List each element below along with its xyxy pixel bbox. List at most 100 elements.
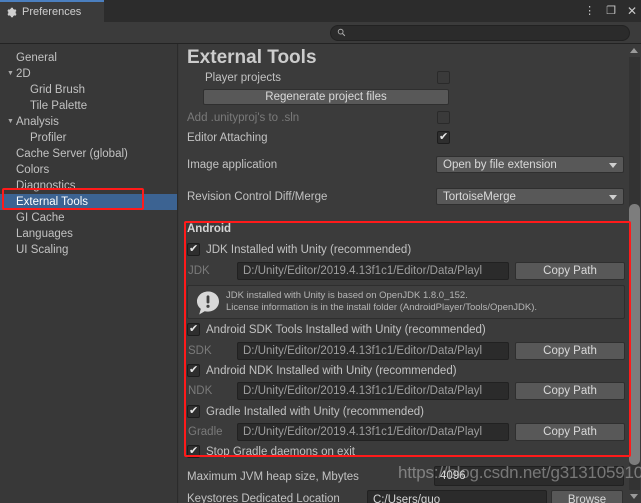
maximize-icon[interactable]: ❐ — [606, 5, 616, 17]
sidebar-item-languages[interactable]: Languages — [0, 226, 177, 242]
row-gradle-path: Gradle D:/Unity/Editor/2019.4.13f1c1/Edi… — [185, 423, 625, 441]
sidebar-item-general[interactable]: General — [0, 50, 177, 66]
ndk-path-field[interactable]: D:/Unity/Editor/2019.4.13f1c1/Editor/Dat… — [237, 382, 509, 400]
sidebar-item-diagnostics[interactable]: Diagnostics — [0, 178, 177, 194]
overflow-menu-icon[interactable]: ⋮ — [584, 5, 595, 17]
sidebar-item-label: Languages — [16, 228, 73, 240]
sidebar-item-label: Analysis — [16, 116, 59, 128]
android-group: Android JDK Installed with Unity (recomm… — [185, 222, 629, 458]
revision-control-value: TortoiseMerge — [443, 190, 516, 203]
player-projects-label: Player projects — [205, 72, 282, 84]
gear-icon — [6, 7, 17, 18]
window-controls: ⋮ ❐ ✕ — [584, 0, 637, 22]
sidebar-item-label: Diagnostics — [16, 180, 76, 192]
row-revision-control: Revision Control Diff/Merge TortoiseMerg… — [179, 188, 624, 206]
player-projects-checkbox[interactable] — [437, 71, 450, 84]
sidebar-item-label: Profiler — [30, 132, 67, 144]
add-unityproj-checkbox — [437, 111, 450, 124]
sidebar-item-analysis[interactable]: ▼ Analysis — [0, 114, 177, 130]
sidebar-item-label: External Tools — [16, 196, 89, 208]
external-tools-panel: External Tools Player projects Regenerat… — [179, 44, 641, 503]
sidebar-item-profiler[interactable]: Profiler — [0, 130, 177, 146]
regenerate-project-files-button[interactable]: Regenerate project files — [203, 89, 449, 105]
sdk-unity-label: Android SDK Tools Installed with Unity (… — [206, 324, 486, 336]
revision-control-label: Revision Control Diff/Merge — [187, 191, 328, 203]
sidebar-item-cache-server[interactable]: Cache Server (global) — [0, 146, 177, 162]
sidebar-item-label: Tile Palette — [30, 100, 88, 112]
jdk-help-line1: JDK installed with Unity is based on Ope… — [226, 290, 468, 301]
window-tabbar: Preferences ⋮ ❐ ✕ — [0, 0, 641, 22]
sdk-unity-checkbox[interactable] — [187, 322, 200, 336]
keystores-field[interactable]: C:/Users/guo — [367, 490, 547, 503]
revision-control-dropdown[interactable]: TortoiseMerge — [436, 188, 624, 205]
sidebar-item-ui-scaling[interactable]: UI Scaling — [0, 242, 177, 258]
info-bubble-icon — [195, 290, 221, 321]
row-ndk-path: NDK D:/Unity/Editor/2019.4.13f1c1/Editor… — [185, 382, 625, 400]
main-scrollbar[interactable] — [628, 44, 641, 503]
row-player-projects: Player projects — [179, 69, 619, 87]
sidebar-item-label: General — [16, 52, 57, 64]
sidebar-item-grid-brush[interactable]: Grid Brush — [0, 82, 177, 98]
keystores-browse-button[interactable]: Browse — [551, 490, 623, 503]
sidebar-item-gi-cache[interactable]: GI Cache — [0, 210, 177, 226]
row-keystores-location: Keystores Dedicated Location C:/Users/gu… — [179, 490, 623, 503]
jdk-unity-label: JDK Installed with Unity (recommended) — [206, 244, 412, 256]
ndk-copy-path-button[interactable]: Copy Path — [515, 382, 625, 400]
search-box[interactable] — [330, 25, 630, 41]
scrollbar-thumb[interactable] — [629, 204, 640, 465]
add-unityproj-label: Add .unityproj's to .sln — [187, 112, 300, 124]
sidebar-item-label: GI Cache — [16, 212, 65, 224]
settings-tree[interactable]: General ▼ 2D Grid Brush Tile Palette ▼ Ana… — [0, 44, 178, 503]
sidebar-item-label: 2D — [16, 68, 31, 80]
sdk-copy-path-button[interactable]: Copy Path — [515, 342, 625, 360]
gradle-unity-checkbox[interactable] — [187, 404, 200, 418]
sidebar-item-external-tools[interactable]: External Tools — [0, 194, 177, 210]
chevron-down-icon — [609, 162, 617, 168]
chevron-down-icon — [609, 194, 617, 200]
gradle-path-field[interactable]: D:/Unity/Editor/2019.4.13f1c1/Editor/Dat… — [237, 423, 509, 441]
image-application-label: Image application — [187, 159, 278, 171]
row-ndk-unity: Android NDK Installed with Unity (recomm… — [185, 362, 625, 380]
image-application-value: Open by file extension — [443, 158, 557, 171]
scroll-down-arrow-icon[interactable] — [630, 494, 638, 499]
sidebar-item-colors[interactable]: Colors — [0, 162, 177, 178]
chevron-down-icon[interactable]: ▼ — [5, 114, 16, 130]
sidebar-item-label: Grid Brush — [30, 84, 85, 96]
row-image-application: Image application Open by file extension — [179, 156, 624, 174]
sidebar-item-tile-palette[interactable]: Tile Palette — [0, 98, 177, 114]
gradle-unity-label: Gradle Installed with Unity (recommended… — [206, 406, 424, 418]
watermark: https://blog.csdn.net/g313105910 — [398, 463, 641, 482]
ndk-unity-label: Android NDK Installed with Unity (recomm… — [206, 365, 457, 377]
ndk-unity-checkbox[interactable] — [187, 363, 200, 377]
tab-preferences[interactable]: Preferences — [0, 0, 104, 22]
sdk-path-field[interactable]: D:/Unity/Editor/2019.4.13f1c1/Editor/Dat… — [237, 342, 509, 360]
page-title: External Tools — [187, 47, 317, 68]
stop-gradle-daemons-label: Stop Gradle daemons on exit — [206, 446, 355, 458]
search-input[interactable] — [350, 26, 610, 40]
row-add-unityproj: Add .unityproj's to .sln — [179, 109, 619, 127]
image-application-dropdown[interactable]: Open by file extension — [436, 156, 624, 173]
ndk-path-label: NDK — [188, 385, 213, 397]
stop-gradle-daemons-checkbox[interactable] — [187, 444, 200, 458]
editor-attaching-label: Editor Attaching — [187, 132, 268, 144]
sidebar-item-2d[interactable]: ▼ 2D — [0, 66, 177, 82]
jdk-copy-path-button[interactable]: Copy Path — [515, 262, 625, 280]
editor-attaching-checkbox[interactable] — [437, 130, 450, 144]
jdk-path-label: JDK — [188, 265, 210, 277]
gradle-copy-path-button[interactable]: Copy Path — [515, 423, 625, 441]
sidebar-item-label: UI Scaling — [16, 244, 69, 256]
sdk-path-label: SDK — [188, 345, 212, 357]
jdk-unity-checkbox[interactable] — [187, 242, 200, 256]
row-sdk-path: SDK D:/Unity/Editor/2019.4.13f1c1/Editor… — [185, 342, 625, 360]
android-group-title: Android — [187, 223, 232, 235]
jdk-help-box: JDK installed with Unity is based on Ope… — [187, 285, 625, 319]
sidebar-item-label: Cache Server (global) — [16, 148, 128, 160]
keystores-label: Keystores Dedicated Location — [187, 493, 340, 503]
jdk-path-field[interactable]: D:/Unity/Editor/2019.4.13f1c1/Editor/Dat… — [237, 262, 509, 280]
jvm-heap-label: Maximum JVM heap size, Mbytes — [187, 471, 359, 483]
row-jdk-path: JDK D:/Unity/Editor/2019.4.13f1c1/Editor… — [185, 262, 625, 280]
close-icon[interactable]: ✕ — [627, 5, 637, 17]
sidebar-item-label: Colors — [16, 164, 50, 176]
scroll-up-arrow-icon[interactable] — [630, 48, 638, 53]
chevron-down-icon[interactable]: ▼ — [5, 66, 16, 82]
